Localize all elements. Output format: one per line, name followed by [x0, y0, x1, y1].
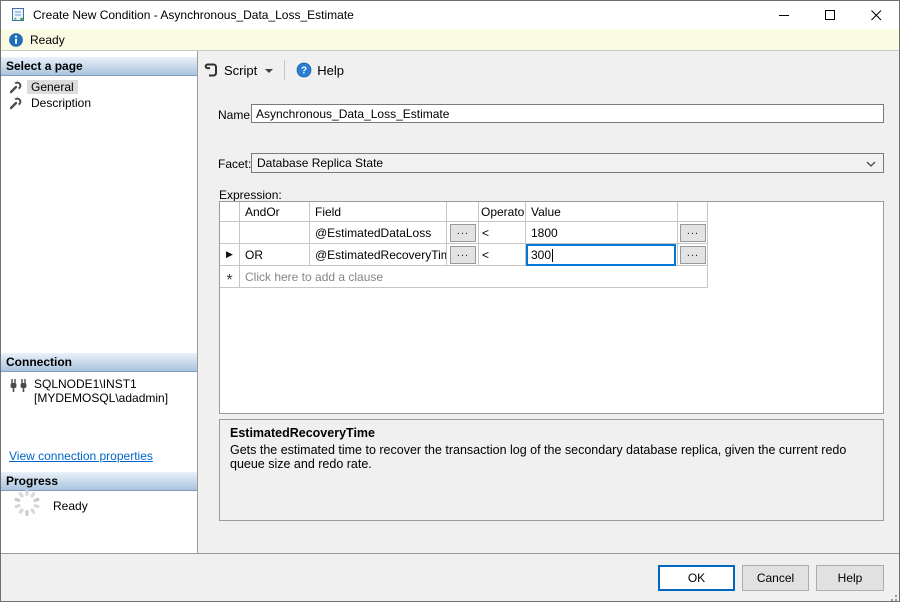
name-input[interactable] [251, 104, 884, 123]
field-description-panel: EstimatedRecoveryTime Gets the estimated… [219, 419, 884, 521]
connection-info: SQLNODE1\INST1 [MYDEMOSQL\adadmin] [9, 377, 168, 405]
expression-grid-container: AndOr Field Operator Value @EstimatedDat… [219, 201, 884, 414]
connection-user: [MYDEMOSQL\adadmin] [34, 391, 168, 405]
maximize-icon [825, 10, 836, 21]
field-description-title: EstimatedRecoveryTime [230, 426, 873, 440]
create-condition-dialog: Create New Condition - Asynchronous_Data… [0, 0, 900, 602]
grid-header-valuebtn [678, 202, 708, 222]
titlebar: Create New Condition - Asynchronous_Data… [1, 1, 899, 29]
operator-cell[interactable]: < [479, 244, 526, 266]
grid-header-operator: Operator [479, 202, 526, 222]
wrench-icon [8, 80, 22, 94]
grid-row-selector[interactable] [220, 222, 240, 244]
grid-header-value: Value [526, 202, 678, 222]
script-button[interactable]: Script [198, 59, 278, 81]
minimize-button[interactable] [761, 1, 807, 29]
sidebar-item-description[interactable]: Description [1, 94, 95, 111]
name-label: Name: [218, 108, 253, 122]
new-row-star-icon: * [226, 278, 232, 284]
help-label: Help [317, 63, 344, 78]
close-button[interactable] [853, 1, 899, 29]
cancel-button[interactable]: Cancel [742, 565, 809, 591]
view-connection-properties-link[interactable]: View connection properties [9, 449, 153, 463]
script-dropdown-icon[interactable] [265, 69, 273, 73]
maximize-button[interactable] [807, 1, 853, 29]
add-clause-text: Click here to add a clause [245, 270, 383, 284]
text-caret [552, 249, 553, 262]
server-connection-icon [9, 378, 29, 394]
resize-grip[interactable] [887, 591, 897, 601]
svg-text:?: ? [301, 66, 307, 77]
window-title: Create New Condition - Asynchronous_Data… [33, 8, 354, 22]
field-ellipsis-button[interactable]: ... [450, 246, 476, 264]
value-editor-text: 300 [531, 248, 551, 262]
facet-select[interactable]: Database Replica State [251, 153, 884, 173]
grid-header-andor: AndOr [240, 202, 310, 222]
field-cell[interactable]: @EstimatedRecoveryTime [310, 244, 447, 266]
wrench-icon [8, 96, 22, 110]
ok-button[interactable]: OK [658, 565, 735, 591]
add-clause-row[interactable]: Click here to add a clause [240, 266, 708, 288]
grid-header-fieldbtn [447, 202, 479, 222]
field-ellipsis-button[interactable]: ... [450, 224, 476, 242]
minimize-icon [779, 10, 790, 21]
grid-header-selector [220, 202, 240, 222]
expression-label: Expression: [219, 188, 282, 202]
field-cell[interactable]: @EstimatedDataLoss [310, 222, 447, 244]
value-ellipsis-button[interactable]: ... [680, 224, 706, 242]
sidebar: Select a page General Description Connec… [1, 51, 198, 553]
value-ellipsis-button[interactable]: ... [680, 246, 706, 264]
facet-selected-value: Database Replica State [257, 156, 383, 170]
connection-header: Connection [1, 353, 197, 372]
progress-spinner [13, 489, 41, 517]
status-text: Ready [30, 33, 65, 47]
content-toolbar: Script ? Help [198, 57, 349, 83]
field-description-text: Gets the estimated time to recover the t… [230, 443, 873, 471]
sidebar-item-general[interactable]: General [1, 78, 78, 95]
grid-new-row-selector: * [220, 266, 240, 288]
progress-status: Ready [53, 499, 88, 513]
chevron-down-icon [866, 161, 876, 167]
grid-header-field: Field [310, 202, 447, 222]
condition-document-icon [10, 7, 26, 23]
toolbar-separator [284, 60, 285, 80]
select-a-page-header: Select a page [1, 57, 197, 76]
andor-cell[interactable]: OR [240, 244, 310, 266]
help-dialog-button[interactable]: Help [816, 565, 884, 591]
info-icon [9, 33, 23, 47]
value-cell[interactable]: 1800 [526, 222, 678, 244]
current-row-arrow-icon: ▶ [226, 249, 233, 260]
script-icon [203, 62, 219, 78]
value-editor-input[interactable]: 300 [526, 244, 676, 266]
status-bar: Ready [1, 29, 899, 51]
help-question-icon: ? [296, 62, 312, 78]
sidebar-item-label: General [27, 80, 78, 94]
operator-cell[interactable]: < [479, 222, 526, 244]
sidebar-item-label: Description [27, 96, 95, 110]
facet-label: Facet: [218, 157, 251, 171]
andor-cell[interactable] [240, 222, 310, 244]
connection-server: SQLNODE1\INST1 [34, 377, 168, 391]
close-icon [871, 10, 882, 21]
help-button[interactable]: ? Help [291, 59, 349, 81]
script-label: Script [224, 63, 257, 78]
footer: OK Cancel Help [1, 553, 899, 602]
grid-row-selector-current[interactable]: ▶ [220, 244, 240, 266]
